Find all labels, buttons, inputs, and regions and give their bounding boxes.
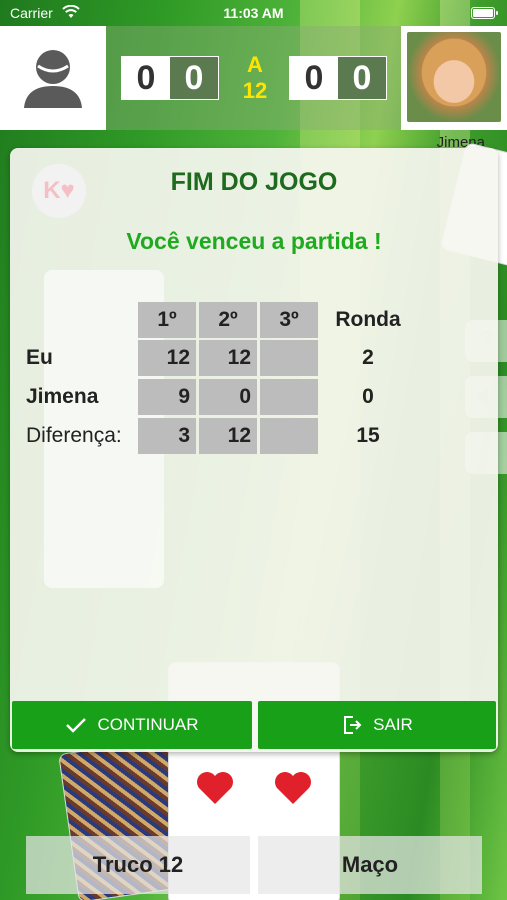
checkmark-icon — [66, 718, 87, 733]
dialog-title: FIM DO JOGO — [170, 168, 338, 196]
ronda-header: Ronda — [335, 308, 401, 331]
column-header: 2º — [199, 302, 257, 338]
score-cell — [260, 418, 318, 454]
my-score-digit: 0 — [170, 57, 218, 99]
game-over-dialog: K♥ FIM DO JOGO Você venceu a partida ! 1… — [10, 148, 498, 752]
opponent-photo — [407, 32, 501, 122]
score-cell: 12 — [138, 340, 196, 376]
score-cell: 0 — [199, 379, 257, 415]
exit-label: SAIR — [373, 715, 413, 734]
clock: 11:03 AM — [223, 5, 284, 21]
maco-button[interactable]: Maço — [258, 836, 482, 894]
truco-label: Truco 12 — [92, 852, 184, 877]
user-icon — [24, 50, 82, 108]
my-avatar[interactable] — [0, 26, 106, 130]
opponent-avatar[interactable] — [401, 26, 507, 130]
score-cell — [260, 379, 318, 415]
exit-button[interactable]: SAIR — [258, 701, 496, 749]
score-cell: 12 — [199, 418, 257, 454]
ronda-cell: 15 — [356, 424, 380, 447]
target-prefix: A — [247, 52, 263, 77]
row-label: Diferença: — [26, 424, 122, 447]
score-cell: 12 — [199, 340, 257, 376]
ronda-cell: 0 — [362, 385, 374, 408]
opponent-score-digit: 0 — [338, 57, 386, 99]
target-score: A 12 — [230, 52, 280, 104]
score-cell — [260, 340, 318, 376]
score-cell: 9 — [138, 379, 196, 415]
row-label: Eu — [26, 346, 53, 369]
opponent-score-digit: 0 — [290, 57, 338, 99]
continue-label: CONTINUAR — [97, 715, 199, 734]
maco-label: Maço — [341, 852, 399, 877]
dialog-subtitle: Você venceu a partida ! — [126, 228, 382, 254]
exit-icon — [344, 716, 362, 734]
column-header: 3º — [260, 302, 318, 338]
target-value: 12 — [242, 78, 268, 103]
battery-icon — [471, 7, 498, 19]
opponent-score: 0 0 — [289, 56, 387, 100]
my-score: 0 0 — [121, 56, 219, 100]
row-label: Jimena — [26, 385, 99, 408]
status-bar: Carrier 11:03 AM — [0, 0, 507, 26]
column-header: 1º — [138, 302, 196, 338]
continue-button[interactable]: CONTINUAR — [12, 701, 252, 749]
scoreboard: 0 0 A 12 0 0 — [0, 26, 507, 130]
ronda-cell: 2 — [362, 346, 374, 369]
truco-button[interactable]: Truco 12 — [26, 836, 250, 894]
score-cell: 3 — [138, 418, 196, 454]
my-score-digit: 0 — [122, 57, 170, 99]
